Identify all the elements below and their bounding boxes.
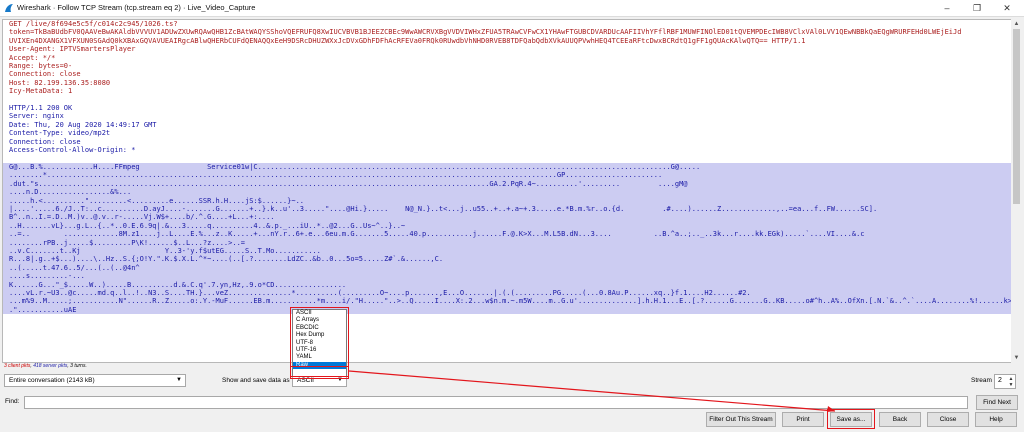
server-packets: 418 server pkts [33, 363, 68, 369]
response-line: Server: nginx [9, 112, 64, 121]
response-line: HTTP/1.1 200 OK [9, 104, 73, 113]
find-input[interactable] [24, 396, 968, 409]
data-line: ........*...............................… [3, 171, 1011, 180]
help-button[interactable]: Help [975, 412, 1017, 427]
wireshark-fin-icon [5, 4, 13, 12]
encoding-option[interactable]: Hex Dump [293, 332, 346, 339]
encoding-value: ASCII [297, 377, 314, 384]
scroll-up-icon[interactable]: ▲ [1011, 19, 1022, 29]
packet-stats: 3 client pkts, 418 server pkts, 3 turns. [4, 363, 87, 369]
encoding-option[interactable]: C Arrays [293, 317, 346, 324]
data-line: ....s.........-... [3, 272, 1011, 281]
response-line: Content-Type: video/mp2t [9, 129, 111, 138]
request-line: UVIXEn4DXANGX1VFXUN0SGAdQ0kXBAxGQVAVUEAI… [9, 36, 806, 45]
request-line: Host: 82.199.136.35:8080 [9, 78, 111, 87]
client-packets: 3 client pkts [4, 363, 31, 369]
request-line: token=TkBaBUdbFV0QAAVeBwAKAldbVVVUV1ADUw… [9, 28, 962, 37]
data-line: R...8|.g..+$...)....\..Hz..S.{;O!Y.".K.$… [3, 255, 1011, 264]
data-line: ....vL.r.~U3..@c.....md.q..l..!..N3..S..… [3, 289, 1011, 298]
find-next-button[interactable]: Find Next [976, 395, 1018, 410]
show-save-label: Show and save data as [222, 377, 290, 384]
encoding-option[interactable]: UTF-16 [293, 347, 346, 354]
data-line: ."...........uAE [3, 305, 1011, 315]
conversation-select[interactable]: Entire conversation (2143 kB) ▼ [4, 374, 186, 387]
conversation-value: Entire conversation (2143 kB) [9, 377, 95, 384]
data-line: ...m%9..M.....;...........N"......R..Z..… [3, 297, 1011, 306]
encoding-option[interactable]: UTF-8 [293, 340, 346, 347]
data-line: |....'.....6./J..T:..c..........D.ayJ...… [3, 204, 1011, 214]
encoding-option[interactable]: ASCII [293, 310, 346, 317]
stream-number: 2 [998, 377, 1002, 384]
stream-label: Stream [971, 377, 992, 384]
vertical-scrollbar[interactable]: ▲ ▼ [1011, 19, 1022, 363]
encoding-option-selected[interactable]: Raw [293, 361, 346, 370]
turns-count: 3 turns. [70, 363, 87, 369]
data-line: .....h.<..........".........<.........e.… [3, 196, 1011, 205]
minimize-icon[interactable]: – [932, 0, 962, 16]
data-line: ........rPB..j.....$.........P\K!......$… [3, 238, 1011, 247]
response-line: Connection: close [9, 137, 81, 146]
data-line: ..v.C.......t..Kj Y..3-'y.f$utEG.....S..… [3, 246, 1011, 256]
stream-spinbox[interactable]: 2 ▲ ▼ [994, 374, 1016, 389]
data-line: ....n.D.................&%... [3, 188, 1011, 197]
encoding-dropdown[interactable]: ASCII C Arrays EBCDIC Hex Dump UTF-8 UTF… [292, 309, 347, 377]
encoding-option[interactable]: YAML [293, 354, 346, 361]
data-line: B^..n..I.=.D..M.)v..@.v..r-.....Vj.W$+..… [3, 213, 1011, 222]
title-bar: Wireshark · Follow TCP Stream (tcp.strea… [0, 0, 1024, 17]
print-button[interactable]: Print [782, 412, 824, 427]
close-window-icon[interactable]: ✕ [992, 0, 1022, 16]
data-line: K......G..."_$.....W..).....B..........d… [3, 280, 1011, 289]
data-line: ..=.. .............8M.z1....j..L....E.%.… [3, 230, 1011, 239]
data-line: ..H.......vL}...g.L..{..*..0.E.6.9q|.&..… [3, 221, 1011, 231]
request-line: GET /live/8f694e5c5f/c014c2c945/1026.ts? [9, 20, 178, 28]
response-line: Date: Thu, 20 Aug 2020 14:49:17 GMT [9, 120, 157, 129]
request-line: User-Agent: IPTVSmartersPlayer [9, 45, 136, 54]
scrollbar-thumb[interactable] [1013, 29, 1020, 204]
blank-line [3, 155, 1011, 163]
encoding-option[interactable]: EBCDIC [293, 325, 346, 332]
window-title: Wireshark · Follow TCP Stream (tcp.strea… [17, 3, 256, 12]
restore-icon[interactable]: ❐ [962, 0, 992, 16]
request-line: Range: bytes=0- [9, 62, 73, 71]
request-line: Accept: */* [9, 53, 56, 62]
filter-out-stream-button[interactable]: Filter Out This Stream [706, 412, 776, 427]
spin-down-icon[interactable]: ▼ [1008, 382, 1014, 388]
data-line: ..(.....t.47.6..5/...(..(..@4n^ [3, 263, 1011, 273]
request-line: Connection: close [9, 70, 81, 79]
stream-content[interactable]: GET /live/8f694e5c5f/c014c2c945/1026.ts?… [2, 19, 1012, 363]
blank-line [3, 96, 1011, 104]
chevron-down-icon: ▼ [176, 377, 182, 383]
find-label: Find: [5, 398, 20, 405]
close-button[interactable]: Close [927, 412, 969, 427]
save-as-button[interactable]: Save as... [830, 412, 872, 427]
request-line: Icy-MetaData: 1 [9, 87, 73, 96]
data-line: G@...B.%............H....FFmpeg Service0… [3, 162, 1011, 172]
back-button[interactable]: Back [879, 412, 921, 427]
scroll-down-icon[interactable]: ▼ [1011, 353, 1022, 363]
response-line: Access-Control-Allow-Origin: * [9, 146, 136, 155]
data-line: .dut."s.................................… [3, 179, 1011, 189]
